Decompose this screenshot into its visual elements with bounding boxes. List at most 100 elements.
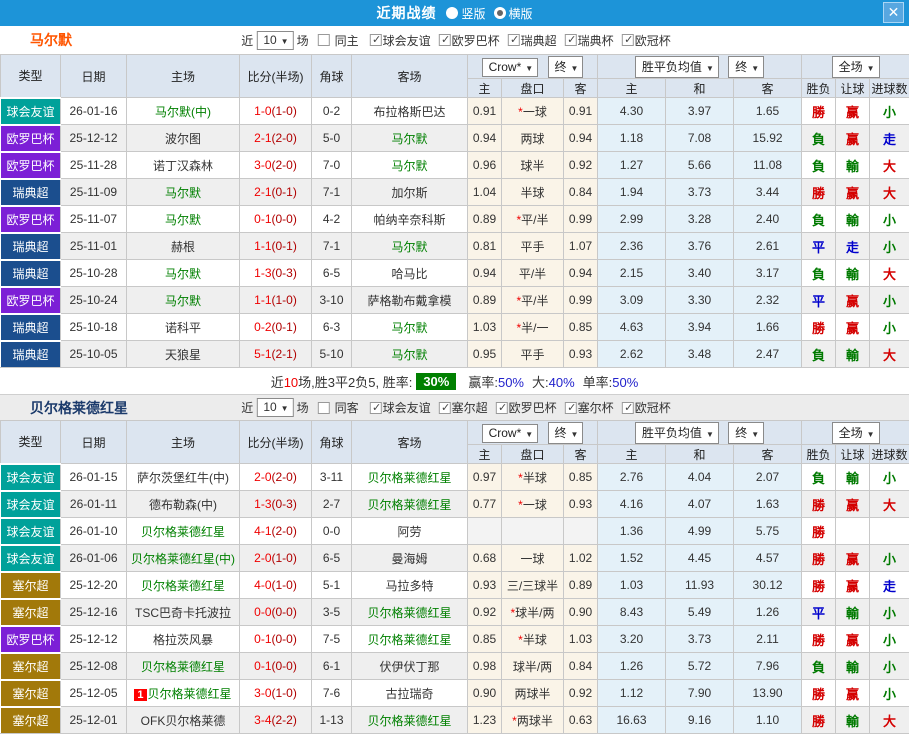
fulltime-select[interactable]: 全场▼: [832, 56, 880, 78]
avg-away-odds: 1.65: [734, 98, 802, 125]
odds-away: 0.92: [564, 152, 598, 179]
final-select[interactable]: 终▼: [728, 56, 764, 78]
result-winlose: 平: [802, 233, 836, 260]
col-header-corner: 角球: [312, 55, 352, 98]
col-header-result-goals: 进球数: [870, 79, 909, 98]
avg-select[interactable]: 胜平负均值▼: [635, 56, 719, 78]
match-row: 欧罗巴杯25-11-07马尔默0-1(0-0)4-2帕纳辛奈科斯0.89*平/半…: [1, 206, 909, 233]
avg-draw-odds: 9.16: [666, 707, 734, 734]
handicap-line: 两球: [502, 125, 564, 152]
league-badge: 塞尔超: [1, 599, 61, 626]
final-select[interactable]: 终▼: [548, 56, 584, 78]
radio-vertical[interactable]: [446, 7, 458, 19]
league-checkbox[interactable]: [622, 402, 634, 414]
league-badge: 塞尔超: [1, 572, 61, 599]
chevron-down-icon: ▼: [571, 64, 579, 73]
league-checkbox[interactable]: [508, 34, 520, 46]
odds-away: 0.84: [564, 653, 598, 680]
odds-source-select[interactable]: Crow*▼: [482, 424, 539, 443]
avg-draw-odds: 3.97: [666, 98, 734, 125]
league-label: 瑞典杯: [578, 32, 614, 49]
match-score: 2-1(2-0): [240, 125, 312, 152]
avg-home-odds: 1.27: [598, 152, 666, 179]
result-goals: 小: [870, 287, 909, 314]
avg-draw-odds: 5.66: [666, 152, 734, 179]
result-goals: 大: [870, 491, 909, 518]
match-row: 球会友谊26-01-16马尔默(中)1-0(1-0)0-2布拉格斯巴达0.91*…: [1, 98, 909, 125]
corner-score: 6-1: [312, 653, 352, 680]
match-date: 25-10-05: [61, 341, 127, 368]
final-select[interactable]: 终▼: [728, 422, 764, 444]
match-score: 3-0(2-0): [240, 152, 312, 179]
close-button[interactable]: ✕: [883, 2, 904, 23]
fulltime-select[interactable]: 全场▼: [832, 422, 880, 444]
league-checkbox[interactable]: [370, 402, 382, 414]
result-handicap: 赢: [836, 572, 870, 599]
home-team: 贝尔格莱德红星: [127, 572, 240, 599]
league-badge: 球会友谊: [1, 545, 61, 572]
result-handicap: 赢: [836, 314, 870, 341]
league-checkbox[interactable]: [565, 34, 577, 46]
league-checkbox[interactable]: [439, 34, 451, 46]
result-goals: 大: [870, 260, 909, 287]
away-team: 贝尔格莱德红星: [352, 626, 468, 653]
odds-away: 1.07: [564, 233, 598, 260]
match-score: 1-0(1-0): [240, 98, 312, 125]
match-date: 26-01-16: [61, 98, 127, 125]
home-team: 马尔默: [127, 287, 240, 314]
match-row: 瑞典超25-10-28马尔默1-3(0-3)6-5哈马比0.94平/半0.942…: [1, 260, 909, 287]
avg-away-odds: 3.44: [734, 179, 802, 206]
handicap-line: 平手: [502, 341, 564, 368]
result-goals: 小: [870, 653, 909, 680]
league-badge: 瑞典超: [1, 314, 61, 341]
result-handicap: [836, 518, 870, 545]
corner-score: 0-2: [312, 98, 352, 125]
match-date: 25-11-09: [61, 179, 127, 206]
handicap-line: *一球: [502, 491, 564, 518]
odds-source-select[interactable]: Crow*▼: [482, 58, 539, 77]
handicap-line: 三/三球半: [502, 572, 564, 599]
avg-draw-odds: 3.40: [666, 260, 734, 287]
league-checkbox[interactable]: [565, 402, 577, 414]
match-row: 欧罗巴杯25-11-28诺丁汉森林3-0(2-0)7-0马尔默0.96球半0.9…: [1, 152, 909, 179]
league-checkbox[interactable]: [496, 402, 508, 414]
league-badge: 球会友谊: [1, 98, 61, 125]
league-badge: 塞尔超: [1, 680, 61, 707]
result-goals: 大: [870, 341, 909, 368]
odds-away: [564, 518, 598, 545]
team2-filter-row: 贝尔格莱德红星 近 10▼ 场 同客 球会友谊 塞尔超 欧罗巴杯 塞尔杯 欧冠杯: [0, 394, 909, 420]
col-header-odds-home: 主: [468, 445, 502, 464]
matches-label: 场: [297, 32, 309, 49]
avg-home-odds: 1.03: [598, 572, 666, 599]
odds-home: 0.81: [468, 233, 502, 260]
team1-summary: 近10场,胜3平2负5, 胜率: 30% 赢率:50% 大:40% 单率:50%: [0, 368, 909, 394]
final-select[interactable]: 终▼: [548, 422, 584, 444]
odds-home: 0.85: [468, 626, 502, 653]
result-goals: 大: [870, 707, 909, 734]
league-checkbox[interactable]: [439, 402, 451, 414]
avg-draw-odds: 3.28: [666, 206, 734, 233]
match-score: 0-1(0-0): [240, 626, 312, 653]
odds-away: 0.93: [564, 341, 598, 368]
recent-label: 近: [241, 399, 253, 416]
handicap-line: 球半: [502, 152, 564, 179]
home-team: 诺科平: [127, 314, 240, 341]
result-handicap: 走: [836, 233, 870, 260]
avg-select[interactable]: 胜平负均值▼: [635, 422, 719, 444]
same-away-checkbox[interactable]: [318, 402, 330, 414]
league-checkbox[interactable]: [622, 34, 634, 46]
match-score: 1-3(0-3): [240, 260, 312, 287]
games-count-select[interactable]: 10▼: [256, 398, 293, 417]
match-score: 4-1(2-0): [240, 518, 312, 545]
same-home-checkbox[interactable]: [318, 34, 330, 46]
radio-horizontal[interactable]: [494, 7, 506, 19]
odds-away: 0.89: [564, 572, 598, 599]
games-count-select[interactable]: 10▼: [256, 31, 293, 50]
odds-home: 0.96: [468, 152, 502, 179]
avg-away-odds: 2.47: [734, 341, 802, 368]
chevron-down-icon: ▼: [281, 404, 289, 413]
league-checkbox[interactable]: [370, 34, 382, 46]
corner-score: 2-7: [312, 491, 352, 518]
match-date: 25-11-28: [61, 152, 127, 179]
result-winlose: 負: [802, 464, 836, 491]
